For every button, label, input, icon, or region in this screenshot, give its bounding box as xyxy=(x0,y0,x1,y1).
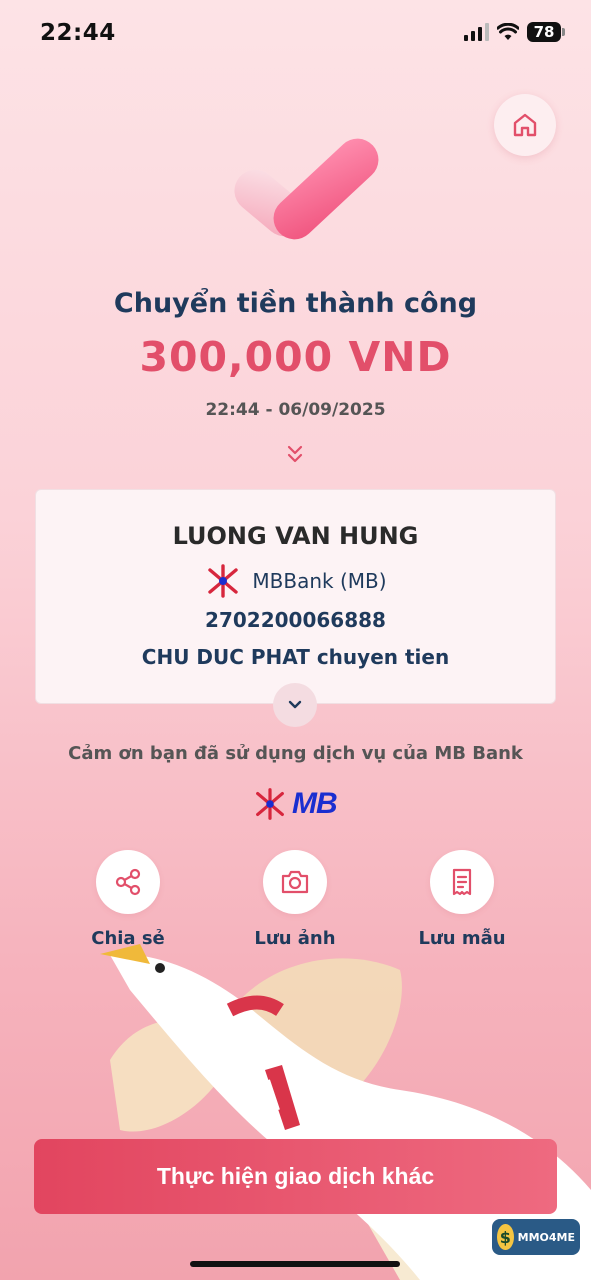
transfer-note: CHU DUC PHAT chuyen tien xyxy=(141,645,450,669)
save-template-button[interactable] xyxy=(430,850,494,914)
share-action[interactable]: Chia sẻ xyxy=(53,850,203,949)
bank-name: MBBank (MB) xyxy=(252,569,387,593)
success-title: Chuyển tiền thành công xyxy=(113,288,478,319)
home-button[interactable] xyxy=(494,94,556,156)
home-icon xyxy=(513,113,537,137)
home-indicator[interactable] xyxy=(190,1261,400,1267)
status-icons: 78 xyxy=(464,22,565,42)
mb-logo-text: MB xyxy=(292,787,338,820)
transfer-amount: 300,000 VND xyxy=(139,333,452,381)
status-bar: 22:44 78 xyxy=(0,0,591,70)
share-icon xyxy=(115,868,141,896)
save-image-button[interactable] xyxy=(263,850,327,914)
battery-level: 78 xyxy=(527,22,561,42)
battery-icon: 78 xyxy=(527,22,565,42)
mb-star-logo-icon xyxy=(256,788,284,820)
watermark-badge: $ MMO4ME xyxy=(492,1219,580,1255)
watermark-text: MMO4ME xyxy=(517,1230,575,1244)
camera-icon xyxy=(281,870,309,894)
status-time: 22:44 xyxy=(40,20,116,46)
recipient-card: LUONG VAN HUNG MBBank (MB) 2702200066888… xyxy=(35,489,556,704)
dollar-coin-icon: $ xyxy=(497,1224,514,1250)
account-number: 2702200066888 xyxy=(205,608,386,632)
share-label: Chia sẻ xyxy=(91,928,165,949)
share-action-button[interactable] xyxy=(96,850,160,914)
save-template-action[interactable]: Lưu mẫu xyxy=(387,850,537,949)
thanks-message: Cảm ơn bạn đã sử dụng dịch vụ của MB Ban… xyxy=(68,743,523,764)
new-transaction-button[interactable]: Thực hiện giao dịch khác xyxy=(34,1139,557,1214)
mb-logo: MB xyxy=(252,786,338,822)
double-chevron-down-icon xyxy=(287,445,303,463)
recipient-name: LUONG VAN HUNG xyxy=(172,522,419,550)
success-check-icon xyxy=(234,138,379,240)
expand-details-button[interactable] xyxy=(273,683,317,727)
save-image-label: Lưu ảnh xyxy=(254,928,336,949)
wifi-icon xyxy=(497,23,519,40)
chevron-down-icon xyxy=(288,700,302,709)
save-template-label: Lưu mẫu xyxy=(418,928,506,949)
receipt-icon xyxy=(452,868,472,896)
save-image-action[interactable]: Lưu ảnh xyxy=(220,850,370,949)
transfer-datetime: 22:44 - 06/09/2025 xyxy=(205,400,386,420)
mbbank-logo-icon xyxy=(208,564,239,598)
signal-icon xyxy=(464,23,489,41)
bank-row: MBBank (MB) xyxy=(36,564,555,598)
